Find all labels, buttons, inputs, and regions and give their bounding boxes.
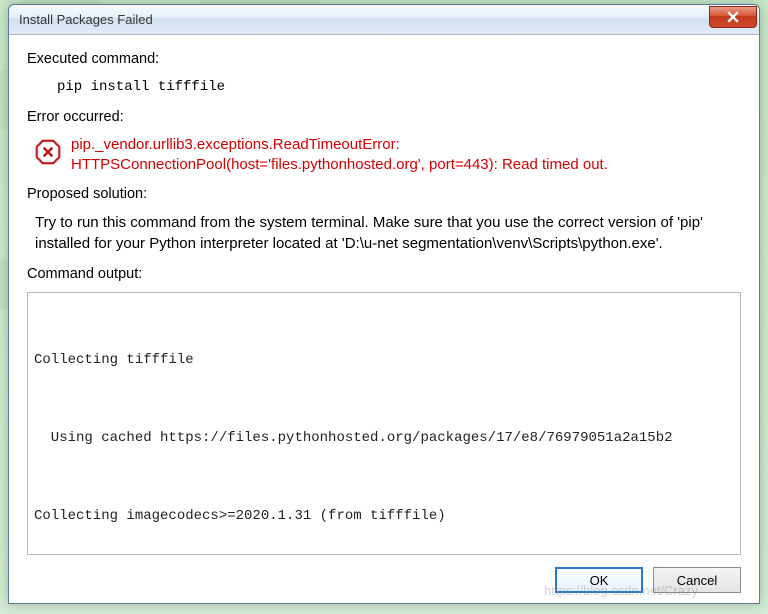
button-row: OK Cancel	[27, 555, 741, 593]
error-occurred-label: Error occurred:	[27, 109, 741, 125]
executed-command-label: Executed command:	[27, 51, 741, 67]
cancel-button[interactable]: Cancel	[653, 567, 741, 593]
ok-button[interactable]: OK	[555, 567, 643, 593]
error-message: pip._vendor.urllib3.exceptions.ReadTimeo…	[71, 135, 741, 176]
dialog-body: Executed command: pip install tifffile E…	[9, 35, 759, 603]
dialog-window: Install Packages Failed Executed command…	[8, 4, 760, 604]
close-button[interactable]	[709, 6, 757, 28]
command-output-label: Command output:	[27, 266, 741, 282]
proposed-solution-text: Try to run this command from the system …	[27, 208, 741, 262]
titlebar[interactable]: Install Packages Failed	[9, 5, 759, 35]
error-icon	[35, 139, 61, 165]
command-output-box[interactable]: Collecting tifffile Using cached https:/…	[27, 292, 741, 556]
window-title: Install Packages Failed	[19, 12, 709, 27]
output-line: Collecting tifffile	[34, 348, 734, 374]
error-row: pip._vendor.urllib3.exceptions.ReadTimeo…	[27, 131, 741, 182]
proposed-solution-label: Proposed solution:	[27, 186, 741, 202]
close-icon	[727, 11, 739, 23]
output-line: Using cached https://files.pythonhosted.…	[34, 426, 734, 452]
output-line: Collecting imagecodecs>=2020.1.31 (from …	[34, 504, 734, 530]
executed-command-text: pip install tifffile	[27, 73, 741, 105]
